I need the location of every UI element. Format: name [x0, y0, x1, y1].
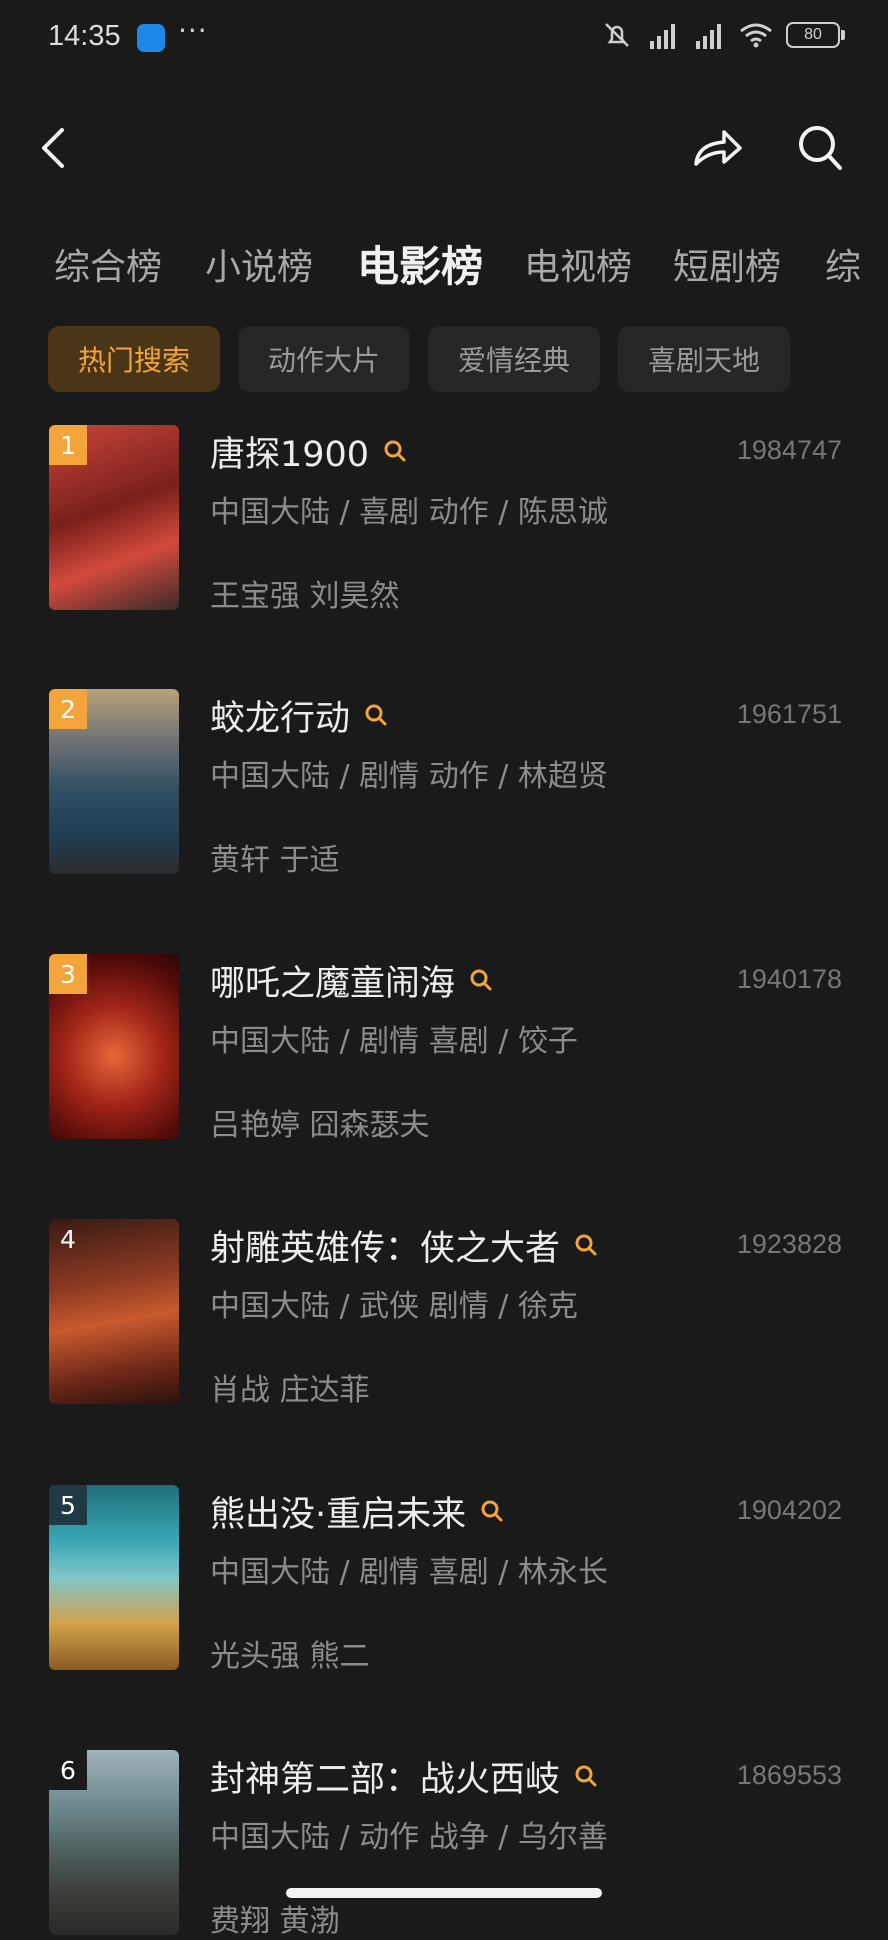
tab-novel[interactable]: 小说榜	[205, 238, 313, 290]
poster-image[interactable]: 6	[49, 1750, 179, 1935]
list-item[interactable]: 3 哪吒之魔童闹海 1940178 中国大陆 / 剧情 喜剧 / 饺子 吕艳婷 …	[0, 954, 888, 1144]
tab-overall[interactable]: 综合榜	[54, 238, 162, 290]
rank-badge: 3	[49, 954, 87, 994]
chip-comedy[interactable]: 喜剧天地	[618, 326, 791, 392]
item-meta: 中国大陆 / 剧情 动作 / 林超贤	[210, 759, 608, 794]
wifi-icon	[740, 23, 772, 48]
poster-image[interactable]: 3	[49, 954, 179, 1139]
search-icon[interactable]	[364, 703, 388, 727]
item-title[interactable]: 熊出没·重启未来	[210, 1486, 466, 1537]
item-title[interactable]: 唐探1900	[210, 426, 369, 477]
item-cast: 光头强 熊二	[210, 1639, 370, 1674]
list-item[interactable]: 2 蛟龙行动 1961751 中国大陆 / 剧情 动作 / 林超贤 黄轩 于适	[0, 689, 888, 879]
item-meta: 中国大陆 / 喜剧 动作 / 陈思诚	[210, 495, 608, 530]
title-row: 封神第二部：战火西岐	[210, 1750, 598, 1802]
item-cast: 费翔 黄渤	[210, 1904, 340, 1939]
item-cast: 王宝强 刘昊然	[210, 579, 400, 614]
status-time: 14:35	[48, 20, 121, 52]
chip-hot-search[interactable]: 热门搜索	[48, 326, 221, 392]
search-icon[interactable]	[796, 122, 846, 174]
hot-score: 1923828	[736, 1229, 842, 1259]
title-row: 哪吒之魔童闹海	[210, 954, 493, 1006]
rank-badge: 6	[49, 1750, 87, 1790]
search-icon[interactable]	[383, 439, 407, 463]
list-item[interactable]: 4 射雕英雄传：侠之大者 1923828 中国大陆 / 武侠 剧情 / 徐克 肖…	[0, 1219, 888, 1409]
hot-score: 1984747	[736, 435, 842, 465]
hot-score: 1869553	[736, 1760, 842, 1790]
hot-score: 1961751	[736, 699, 842, 729]
list-item[interactable]: 1 唐探1900 1984747 中国大陆 / 喜剧 动作 / 陈思诚 王宝强 …	[0, 425, 888, 615]
search-icon[interactable]	[574, 1233, 598, 1257]
list-item[interactable]: 6 封神第二部：战火西岐 1869553 中国大陆 / 动作 战争 / 乌尔善 …	[0, 1750, 888, 1940]
back-arrow-icon[interactable]	[36, 124, 72, 172]
more-notifications-icon: ···	[178, 14, 208, 47]
status-bar: 14:35 ··· 80	[0, 0, 888, 80]
item-meta: 中国大陆 / 剧情 喜剧 / 林永长	[210, 1555, 608, 1590]
filter-chips: 热门搜索 动作大片 爱情经典 喜剧天地	[48, 326, 791, 392]
poster-image[interactable]: 2	[49, 689, 179, 874]
title-row: 射雕英雄传：侠之大者	[210, 1219, 598, 1271]
signal-1-icon	[650, 24, 675, 49]
title-row: 熊出没·重启未来	[210, 1485, 504, 1537]
chip-action[interactable]: 动作大片	[238, 326, 411, 392]
status-icons: 80	[600, 20, 845, 50]
search-icon[interactable]	[469, 968, 493, 992]
tab-variety[interactable]: 综	[825, 238, 861, 290]
item-meta: 中国大陆 / 武侠 剧情 / 徐克	[210, 1289, 578, 1324]
search-icon[interactable]	[574, 1764, 598, 1788]
chip-romance[interactable]: 爱情经典	[428, 326, 601, 392]
item-meta: 中国大陆 / 动作 战争 / 乌尔善	[210, 1820, 608, 1855]
tab-short-drama[interactable]: 短剧榜	[673, 238, 781, 290]
hot-score: 1904202	[736, 1495, 842, 1525]
rank-badge: 4	[60, 1224, 76, 1254]
poster-image[interactable]: 4	[49, 1219, 179, 1404]
category-tabs: 综合榜 小说榜 电影榜 电视榜 短剧榜 综	[0, 238, 888, 298]
item-title[interactable]: 封神第二部：战火西岐	[210, 1751, 560, 1802]
mute-icon	[605, 23, 629, 47]
item-cast: 吕艳婷 囧森瑟夫	[210, 1108, 430, 1143]
title-row: 蛟龙行动	[210, 689, 388, 741]
item-title[interactable]: 射雕英雄传：侠之大者	[210, 1220, 560, 1271]
rank-badge: 1	[49, 425, 87, 465]
poster-image[interactable]: 5	[49, 1485, 179, 1670]
list-item[interactable]: 5 熊出没·重启未来 1904202 中国大陆 / 剧情 喜剧 / 林永长 光头…	[0, 1485, 888, 1675]
poster-image[interactable]: 1	[49, 425, 179, 610]
title-row: 唐探1900	[210, 425, 407, 477]
hot-score: 1940178	[736, 964, 842, 994]
tab-tv[interactable]: 电视榜	[524, 238, 632, 290]
share-icon[interactable]	[690, 122, 746, 172]
search-icon[interactable]	[480, 1499, 504, 1523]
home-indicator[interactable]	[286, 1888, 602, 1898]
signal-2-icon	[696, 24, 721, 49]
item-cast: 肖战 庄达菲	[210, 1373, 370, 1408]
battery-icon: 80	[786, 22, 845, 48]
item-cast: 黄轩 于适	[210, 843, 340, 878]
item-title[interactable]: 哪吒之魔童闹海	[210, 955, 455, 1006]
tab-movie[interactable]: 电影榜	[357, 238, 483, 294]
item-meta: 中国大陆 / 剧情 喜剧 / 饺子	[210, 1024, 578, 1059]
rank-badge: 5	[49, 1485, 87, 1525]
app-notification-icon	[137, 24, 165, 52]
item-title[interactable]: 蛟龙行动	[210, 690, 350, 741]
rank-badge: 2	[49, 689, 87, 729]
